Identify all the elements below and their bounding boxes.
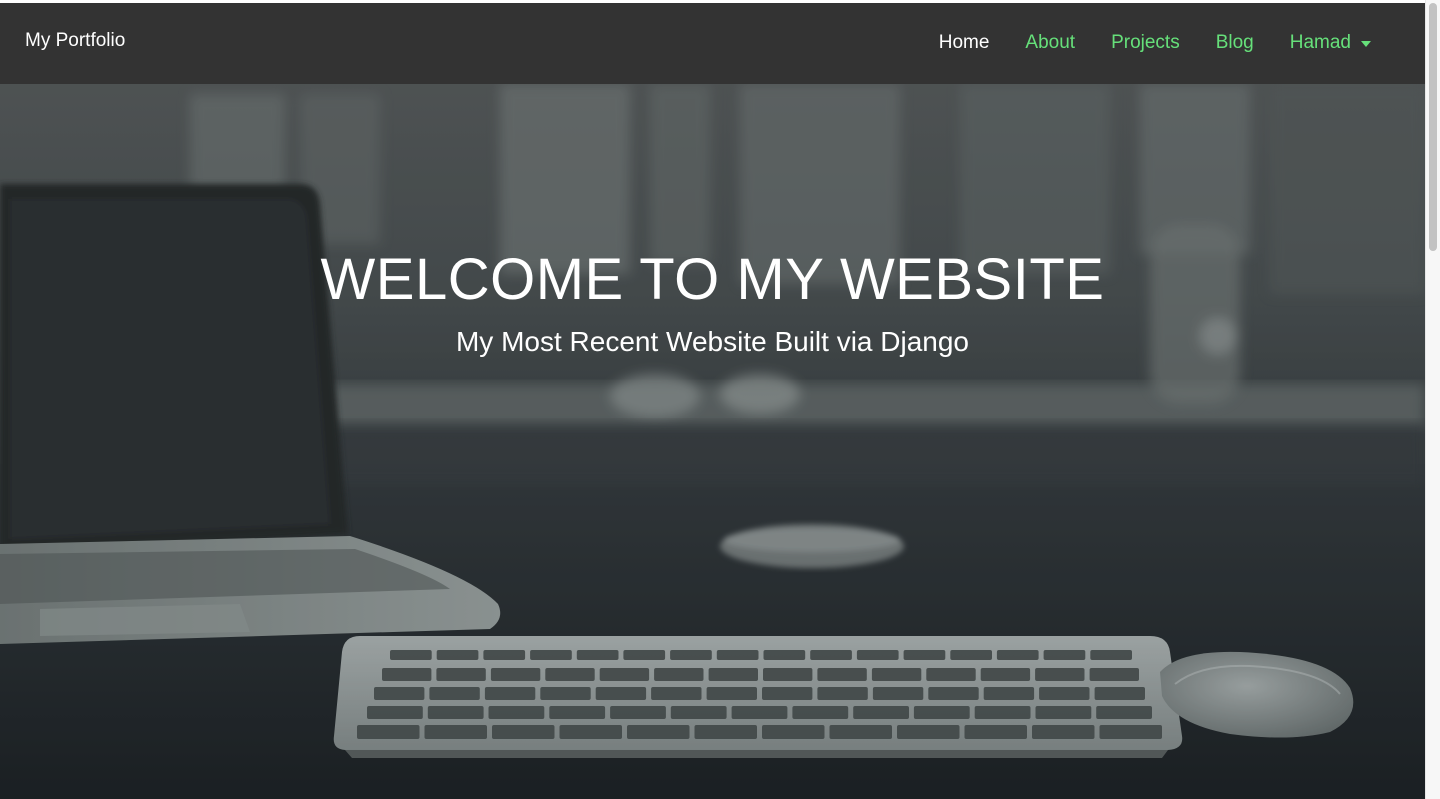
hero-overlay (0, 84, 1425, 799)
hero-title: WELCOME TO MY WEBSITE (320, 247, 1105, 312)
hero-subtitle: My Most Recent Website Built via Django (455, 326, 970, 357)
page-viewport: My Portfolio Home About Projects Blog Ha… (0, 0, 1425, 799)
brand-link[interactable]: My Portfolio (25, 30, 125, 52)
nav-dropdown-hamad[interactable]: Hamad (1290, 32, 1371, 54)
scrollbar-thumb[interactable] (1429, 3, 1437, 251)
nav-links: Home About Projects Blog Hamad (903, 32, 1371, 54)
page-scrollbar[interactable] (1425, 0, 1440, 799)
nav-link-home[interactable]: Home (939, 32, 990, 54)
nav-dropdown-label: Hamad (1289, 32, 1351, 53)
nav-link-projects[interactable]: Projects (1111, 32, 1180, 54)
nav-link-blog[interactable]: Blog (1216, 32, 1254, 54)
caret-down-icon (1361, 41, 1371, 47)
navbar: My Portfolio Home About Projects Blog Ha… (0, 3, 1425, 84)
hero-section: WELCOME TO MY WEBSITE My Most Recent Web… (0, 84, 1425, 799)
nav-link-about[interactable]: About (1025, 32, 1075, 54)
